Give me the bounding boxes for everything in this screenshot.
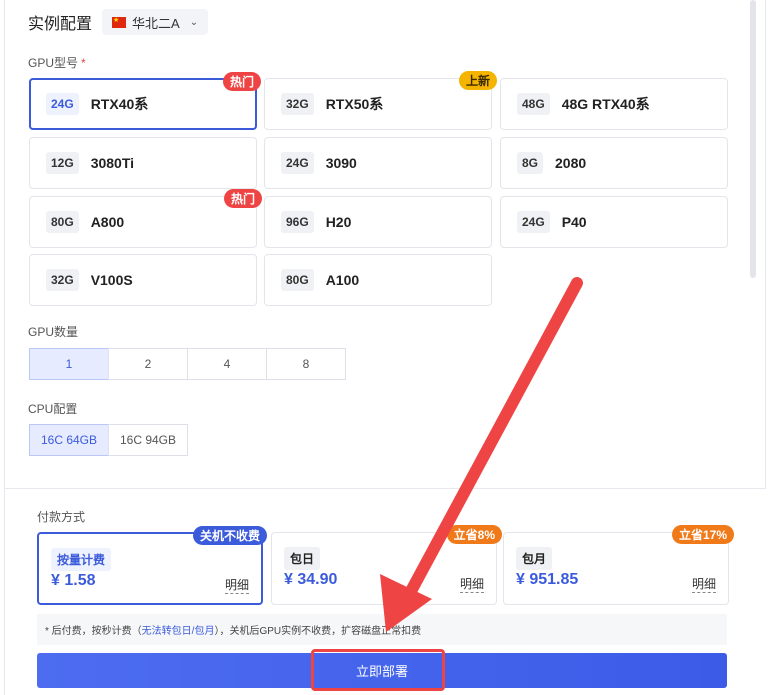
gpu-memory-tag: 80G — [281, 269, 314, 291]
payment-badge: 关机不收费 — [192, 526, 267, 545]
gpu-memory-tag: 32G — [281, 93, 314, 115]
payment-name: 包月 — [516, 547, 553, 570]
gpu-count-option-8[interactable]: 8 — [266, 348, 346, 380]
gpu-option-7[interactable]: 96G H20 — [264, 196, 492, 248]
chevron-down-icon: ⌄ — [189, 16, 199, 28]
billing-note: * 后付费，按秒计费（ 无法转包日/包月 ），关机后GPU实例不收费，扩容磁盘正常扣… — [37, 614, 727, 645]
gpu-model-name: V100S — [90, 272, 133, 288]
region-label: 华北二A — [132, 15, 180, 31]
gpu-memory-tag: 96G — [281, 211, 314, 233]
gpu-option-2[interactable]: 48G 48G RTX40系 — [500, 78, 728, 130]
billing-note-link: 无法转包日/包月 — [141, 626, 215, 637]
annotation-highlight-box — [311, 649, 445, 691]
gpu-option-1[interactable]: 32G RTX50系 上新 — [264, 71, 497, 130]
payment-label: 付款方式 — [37, 510, 86, 524]
gpu-option-9[interactable]: 32G V100S — [29, 254, 257, 306]
gpu-model-name: A800 — [90, 214, 125, 230]
payment-detail-link[interactable]: 明细 — [459, 575, 484, 593]
gpu-model-label: GPU型号 * — [28, 56, 86, 70]
cpu-option-16c-94gb[interactable]: 16C 94GB — [108, 424, 188, 456]
gpu-option-5[interactable]: 8G 2080 — [500, 137, 728, 189]
payment-badge: 立省8% — [446, 525, 502, 544]
page-title: 实例配置 — [28, 16, 93, 33]
gpu-model-name: 48G RTX40系 — [561, 96, 650, 112]
gpu-memory-tag: 32G — [46, 269, 79, 291]
gpu-memory-tag: 8G — [517, 152, 544, 174]
gpu-count-label: GPU数量 — [28, 325, 79, 339]
payment-option-daily[interactable]: 包日 ¥ 34.90 明细 立省8% — [271, 525, 502, 605]
gpu-model-name: H20 — [325, 214, 352, 230]
gpu-memory-tag: 24G — [281, 152, 314, 174]
payment-option-monthly[interactable]: 包月 ¥ 951.85 明细 立省17% — [503, 525, 734, 605]
gpu-model-name: A100 — [325, 272, 360, 288]
cpu-option-16c-64gb[interactable]: 16C 64GB — [29, 424, 109, 456]
gpu-option-0[interactable]: 24G RTX40系 热门 — [29, 72, 261, 130]
gpu-count-option-1[interactable]: 1 — [29, 348, 109, 380]
gpu-model-name: P40 — [561, 214, 587, 230]
china-flag-icon — [112, 16, 127, 28]
gpu-option-4[interactable]: 24G 3090 — [264, 137, 492, 189]
gpu-count-option-4[interactable]: 4 — [187, 348, 267, 380]
payment-name: 包日 — [284, 547, 321, 570]
payment-price: ¥ 951.85 — [516, 571, 579, 588]
cpu-config-label: CPU配置 — [28, 402, 78, 416]
gpu-memory-tag: 24G — [517, 211, 550, 233]
panel-header: 实例配置 华北二A ⌄ — [28, 8, 209, 36]
payment-detail-link[interactable]: 明细 — [691, 575, 716, 593]
hot-badge: 热门 — [222, 72, 261, 91]
region-select[interactable]: 华北二A ⌄ — [102, 9, 209, 35]
gpu-option-6[interactable]: 80G A800 热门 — [29, 189, 262, 248]
gpu-model-name: RTX40系 — [90, 96, 149, 112]
required-mark: * — [81, 56, 86, 70]
payment-detail-link[interactable]: 明细 — [224, 576, 249, 594]
payment-option-pay-as-you-go[interactable]: 按量计费 ¥ 1.58 明细 关机不收费 — [37, 526, 267, 605]
gpu-model-name: 3080Ti — [90, 155, 135, 171]
gpu-model-name: 3090 — [325, 155, 357, 171]
payment-price: ¥ 34.90 — [284, 571, 338, 588]
payment-badge: 立省17% — [671, 525, 734, 544]
gpu-option-10[interactable]: 80G A100 — [264, 254, 492, 306]
gpu-option-8[interactable]: 24G P40 — [500, 196, 728, 248]
gpu-option-3[interactable]: 12G 3080Ti — [29, 137, 257, 189]
gpu-count-option-2[interactable]: 2 — [108, 348, 188, 380]
payment-name: 按量计费 — [51, 548, 112, 571]
gpu-memory-tag: 48G — [517, 93, 550, 115]
payment-price: ¥ 1.58 — [51, 572, 96, 589]
scrollbar-thumb[interactable] — [750, 0, 756, 278]
gpu-memory-tag: 80G — [46, 211, 79, 233]
scrollbar[interactable] — [748, 0, 758, 490]
hot-badge: 热门 — [223, 189, 262, 208]
gpu-memory-tag: 24G — [46, 93, 79, 115]
new-badge: 上新 — [458, 71, 497, 90]
gpu-model-name: RTX50系 — [325, 96, 384, 112]
gpu-model-name: 2080 — [555, 155, 587, 171]
gpu-memory-tag: 12G — [46, 152, 79, 174]
